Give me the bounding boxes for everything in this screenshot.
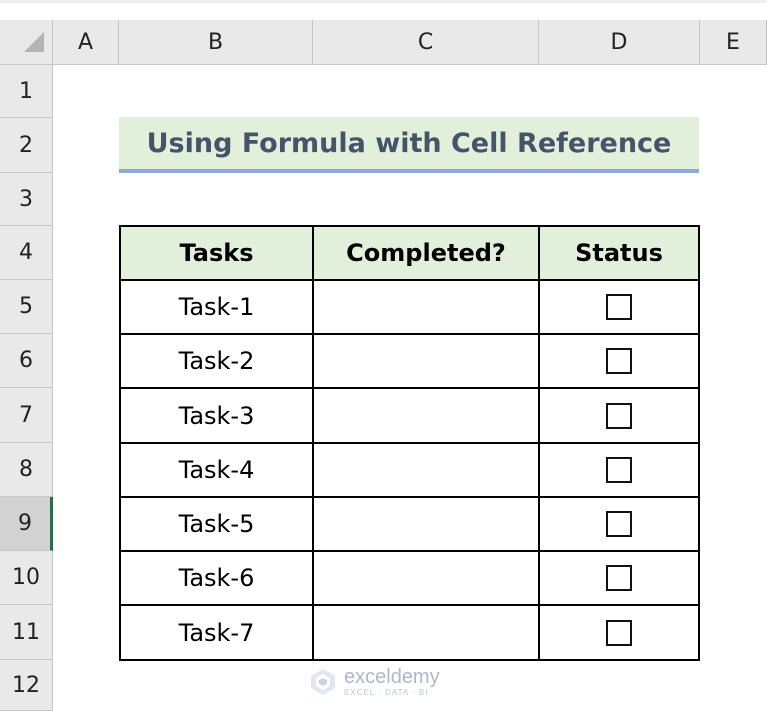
watermark-tagline: EXCEL · DATA · BI <box>344 688 429 697</box>
status-cell <box>540 606 698 659</box>
task-cell: Task-6 <box>121 552 314 606</box>
status-cell <box>540 498 698 552</box>
status-cell <box>540 335 698 389</box>
exceldemy-logo-icon <box>311 669 335 695</box>
row-header-9[interactable]: 9 <box>0 497 53 551</box>
exceldemy-watermark: exceldemy EXCEL · DATA · BI <box>308 662 468 702</box>
status-cell <box>540 389 698 444</box>
task-cell: Task-4 <box>121 444 314 498</box>
row-header-12[interactable]: 12 <box>0 660 53 711</box>
completed-cell[interactable] <box>314 606 540 659</box>
status-checkbox[interactable] <box>606 457 632 483</box>
status-checkbox[interactable] <box>606 511 632 537</box>
watermark-name: exceldemy <box>344 666 440 688</box>
row-header-1[interactable]: 1 <box>0 65 53 118</box>
completed-cell[interactable] <box>314 389 540 444</box>
status-cell <box>540 552 698 606</box>
row-header-2[interactable]: 2 <box>0 118 53 173</box>
header-completed: Completed? <box>314 227 540 281</box>
row-header-10[interactable]: 10 <box>0 551 53 605</box>
task-cell: Task-7 <box>121 606 314 659</box>
task-cell: Task-3 <box>121 389 314 444</box>
completed-cell[interactable] <box>314 498 540 552</box>
status-cell <box>540 281 698 335</box>
row-header-11[interactable]: 11 <box>0 605 53 660</box>
select-all-triangle-icon <box>24 32 44 52</box>
header-tasks: Tasks <box>121 227 314 281</box>
completed-cell[interactable] <box>314 335 540 389</box>
row-header-7[interactable]: 7 <box>0 388 53 443</box>
completed-cell[interactable] <box>314 552 540 606</box>
status-cell <box>540 444 698 498</box>
window-top-strip <box>0 0 767 3</box>
column-header-d[interactable]: D <box>539 20 700 65</box>
column-header-e[interactable]: E <box>700 20 767 65</box>
task-cell: Task-5 <box>121 498 314 552</box>
column-header-b[interactable]: B <box>119 20 313 65</box>
status-checkbox[interactable] <box>606 402 632 429</box>
status-checkbox[interactable] <box>606 565 632 591</box>
task-cell: Task-2 <box>121 335 314 389</box>
row-header-8[interactable]: 8 <box>0 443 53 497</box>
column-header-a[interactable]: A <box>53 20 119 65</box>
header-status: Status <box>540 227 698 281</box>
column-header-c[interactable]: C <box>313 20 539 65</box>
row-header-3[interactable]: 3 <box>0 173 53 226</box>
status-checkbox[interactable] <box>606 348 632 374</box>
row-header-5[interactable]: 5 <box>0 280 53 334</box>
status-checkbox[interactable] <box>606 619 632 646</box>
row-header-4[interactable]: 4 <box>0 226 53 280</box>
sheet-title: Using Formula with Cell Reference <box>119 117 699 173</box>
status-checkbox[interactable] <box>606 294 632 320</box>
completed-cell[interactable] <box>314 444 540 498</box>
task-cell: Task-1 <box>121 281 314 335</box>
row-header-6[interactable]: 6 <box>0 334 53 388</box>
completed-cell[interactable] <box>314 281 540 335</box>
